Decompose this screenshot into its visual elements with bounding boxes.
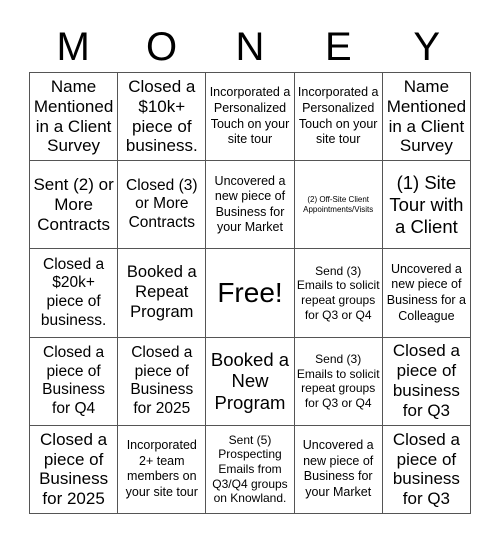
bingo-cell[interactable]: Closed a piece of business for Q3 [382, 425, 471, 514]
bingo-cell[interactable]: Closed a piece of Business for 2025 [30, 425, 119, 514]
bingo-cell[interactable]: Uncovered a new piece of Business for yo… [206, 161, 295, 250]
cell-text: Closed a piece of business for Q3 [392, 341, 460, 421]
bingo-cell[interactable]: Send (3) Emails to solicit repeat groups… [294, 337, 383, 426]
cell-text: Sent (5) Prospecting Emails from Q3/Q4 g… [212, 432, 288, 506]
header-letter-y: Y [413, 25, 441, 69]
cell-text: (2) Off-Site Client Appointments/Visits [303, 195, 374, 214]
header-letter-n: N [235, 25, 265, 69]
bingo-cell[interactable]: Closed a piece of Business for 2025 [118, 337, 207, 426]
bingo-cell[interactable]: Booked a Repeat Program [118, 249, 207, 338]
header-letter-m: M [56, 25, 90, 69]
cell-text: Closed a $20k+ piece of business. [40, 255, 107, 329]
bingo-cell[interactable]: Closed a piece of business for Q3 [382, 337, 471, 426]
bingo-cell[interactable]: (2) Off-Site Client Appointments/Visits [294, 161, 383, 250]
bingo-cell[interactable]: Uncovered a new piece of Business for a … [382, 249, 471, 338]
bingo-cell[interactable]: Incorporated a Personalized Touch on you… [294, 73, 383, 162]
bingo-cell[interactable]: (1) Site Tour with a Client [382, 161, 471, 250]
cell-text: Uncovered a new piece of Business for yo… [214, 173, 286, 235]
cell-text: Closed (3) or More Contracts [126, 176, 198, 232]
cell-text: Send (3) Emails to solicit repeat groups… [296, 263, 380, 322]
cell-text: Closed a piece of Business for Q4 [42, 344, 106, 417]
cell-text: Sent (2) or More Contracts [33, 174, 114, 234]
cell-text: Uncovered a new piece of Business for yo… [302, 438, 374, 500]
bingo-cell[interactable]: Closed a $10k+ piece of business. [118, 73, 207, 162]
free-space[interactable]: Free! [206, 249, 295, 338]
cell-text: Incorporated a Personalized Touch on you… [297, 85, 379, 147]
bingo-header: M O N E Y [29, 22, 471, 72]
bingo-cell[interactable]: Sent (5) Prospecting Emails from Q3/Q4 g… [206, 425, 295, 514]
bingo-cell[interactable]: Name Mentioned in a Client Survey [30, 73, 119, 162]
header-letter-o: O [146, 25, 178, 69]
header-letter-e: E [325, 25, 352, 69]
cell-text: Uncovered a new piece of Business for a … [386, 261, 466, 323]
bingo-cell[interactable]: Booked a New Program [206, 337, 295, 426]
cell-text: Closed a piece of Business for 2025 [130, 344, 194, 417]
bingo-cell[interactable]: Closed (3) or More Contracts [118, 161, 207, 250]
cell-text: Send (3) Emails to solicit repeat groups… [296, 351, 380, 410]
bingo-cell[interactable]: Name Mentioned in a Client Survey [382, 73, 471, 162]
cell-text: Booked a Repeat Program [126, 263, 197, 321]
bingo-cell[interactable]: Incorporated 2+ team members on your sit… [118, 425, 207, 514]
cell-text: Name Mentioned in a Client Survey [386, 76, 467, 156]
bingo-cell[interactable]: Sent (2) or More Contracts [30, 161, 119, 250]
bingo-cell[interactable]: Send (3) Emails to solicit repeat groups… [294, 249, 383, 338]
cell-text: Booked a New Program [210, 348, 290, 414]
bingo-cell[interactable]: Incorporated a Personalized Touch on you… [206, 73, 295, 162]
bingo-cell[interactable]: Closed a piece of Business for Q4 [30, 337, 119, 426]
bingo-cell[interactable]: Closed a $20k+ piece of business. [30, 249, 119, 338]
cell-text: Name Mentioned in a Client Survey [33, 76, 114, 156]
cell-text: Closed a piece of business for Q3 [392, 429, 460, 509]
cell-text: Closed a piece of Business for 2025 [39, 429, 109, 509]
bingo-grid: Name Mentioned in a Client Survey Closed… [29, 72, 471, 514]
cell-text: Free! [217, 276, 283, 308]
cell-text: Incorporated a Personalized Touch on you… [209, 85, 291, 147]
cell-text: Incorporated 2+ team members on your sit… [125, 438, 198, 500]
cell-text: Closed a $10k+ piece of business. [125, 76, 198, 156]
cell-text: (1) Site Tour with a Client [389, 172, 464, 237]
bingo-cell[interactable]: Uncovered a new piece of Business for yo… [294, 425, 383, 514]
